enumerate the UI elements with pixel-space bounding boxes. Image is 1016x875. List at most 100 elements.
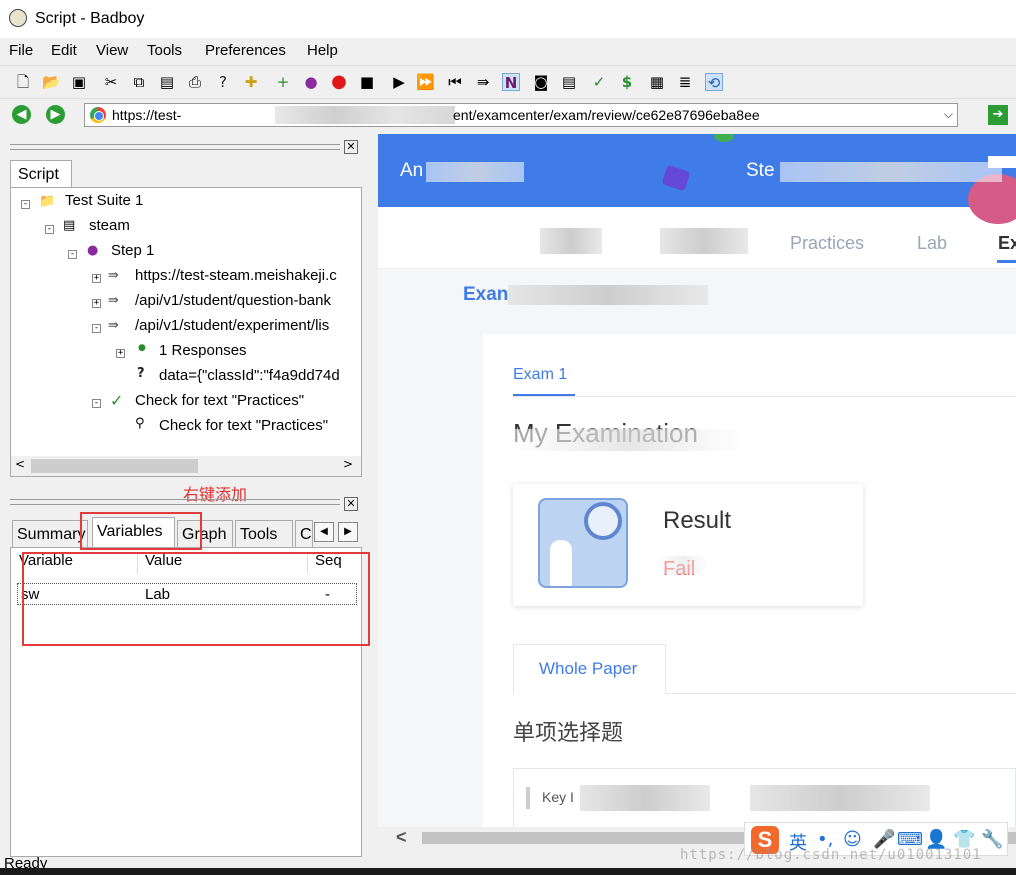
section-title: 单项选择题 <box>513 721 624 746</box>
tree-item-request[interactable]: /api/v1/student/experiment/lis <box>135 317 329 334</box>
forward-icon[interactable]: ▶ <box>46 105 65 124</box>
tree-item-check[interactable]: Check for text "Practices" <box>159 417 328 434</box>
scroll-thumb[interactable] <box>31 459 198 473</box>
save-icon[interactable]: ▣ <box>70 73 88 91</box>
divider <box>666 693 1016 694</box>
exam-illustration-icon <box>538 498 628 588</box>
tree-item-steam[interactable]: steam <box>89 217 130 234</box>
tree-item-step[interactable]: Step 1 <box>111 242 154 259</box>
dollar-icon[interactable]: $ <box>618 73 636 91</box>
tree-item-test-suite[interactable]: Test Suite 1 <box>65 192 143 209</box>
expand-toggle[interactable]: + <box>92 299 101 308</box>
cut-icon[interactable]: ✂ <box>102 73 120 91</box>
nav-practices[interactable]: Practices <box>790 233 864 254</box>
open-folder-icon[interactable]: 📂 <box>42 73 61 91</box>
panel-grip[interactable] <box>10 499 340 505</box>
breadcrumb[interactable]: Exan <box>463 284 508 306</box>
go-arrow-icon[interactable]: ➔ <box>988 105 1008 125</box>
report-icon[interactable]: ▤ <box>560 73 578 91</box>
menu-file[interactable]: File <box>9 42 33 59</box>
tab-whole-paper[interactable]: Whole Paper <box>513 644 666 694</box>
rewind-icon[interactable]: ⏮ <box>446 73 464 91</box>
menu-bar: File Edit View Tools Preferences Help <box>0 38 1016 64</box>
nav-lab[interactable]: Lab <box>917 233 947 254</box>
header-right-text[interactable]: Ste <box>746 160 775 182</box>
decor-shape <box>714 134 734 142</box>
tree-item-request[interactable]: https://test-steam.meishakeji.c <box>135 267 337 284</box>
add-item-icon[interactable]: ● <box>302 73 320 91</box>
tab-scroll-right-icon[interactable]: ▶ <box>338 522 358 542</box>
tab-exam-1[interactable]: Exam 1 <box>513 366 567 384</box>
step-icon[interactable]: ⇛ <box>474 73 492 91</box>
add-step-icon[interactable]: + <box>274 73 292 91</box>
tree-item-responses[interactable]: 1 Responses <box>159 342 247 359</box>
scroll-right-icon[interactable]: > <box>343 457 353 471</box>
tab-summary[interactable]: Summary <box>12 520 88 547</box>
tree-item-parameter[interactable]: data={"classId":"f4a9dd74d <box>159 367 340 384</box>
url-prefix: https://test- <box>112 107 182 123</box>
wrench-icon[interactable]: 🔧 <box>981 829 1003 850</box>
nav-exam[interactable]: Ex <box>998 233 1016 254</box>
play-icon[interactable]: ▶ <box>390 73 408 91</box>
n-mode-icon[interactable]: N <box>502 73 520 92</box>
exam-card: Exam 1 My Examination Result Fail Whole … <box>483 334 1016 849</box>
collapse-toggle[interactable]: - <box>92 399 101 408</box>
menu-preferences[interactable]: Preferences <box>205 42 286 59</box>
request-arrow-icon: ⇛ <box>108 268 119 283</box>
scroll-left-icon[interactable]: < <box>15 457 25 471</box>
redacted-nav <box>660 228 748 254</box>
check-icon: ✓ <box>110 391 124 410</box>
new-suite-icon[interactable]: ✚ <box>242 73 260 91</box>
collapse-toggle[interactable]: - <box>92 324 101 333</box>
tab-more[interactable]: C <box>295 520 313 547</box>
panel-grip[interactable] <box>10 144 340 150</box>
header-left-text[interactable]: An <box>400 160 423 182</box>
help-question-icon[interactable]: ? <box>214 73 232 91</box>
left-pane: ✕ Script - 📁 Test Suite 1 - ▤ steam - ● … <box>0 134 376 859</box>
camera-icon[interactable]: ◙ <box>532 73 550 91</box>
highlight-box-tab <box>80 512 202 550</box>
print-icon[interactable]: ⎙ <box>186 73 204 91</box>
menu-edit[interactable]: Edit <box>51 42 77 59</box>
check-icon[interactable]: ✓ <box>590 73 608 91</box>
tree-item-check[interactable]: Check for text "Practices" <box>135 392 304 409</box>
divider <box>513 396 1016 397</box>
copy-icon[interactable]: ⧉ <box>130 73 148 91</box>
nav-active-indicator <box>997 260 1016 263</box>
tree-item-request[interactable]: /api/v1/student/question-bank <box>135 292 331 309</box>
table-icon[interactable]: ▦ <box>648 73 666 91</box>
person-icon <box>550 540 572 586</box>
tree-scrollbar[interactable]: < > <box>11 456 361 476</box>
menu-tools[interactable]: Tools <box>147 42 182 59</box>
request-arrow-icon: ⇛ <box>108 293 119 308</box>
menu-view[interactable]: View <box>96 42 128 59</box>
close-icon[interactable]: ✕ <box>344 497 358 511</box>
refresh-icon[interactable]: ⟲ <box>705 73 723 92</box>
expand-toggle[interactable]: + <box>116 349 125 358</box>
back-icon[interactable]: ◀ <box>12 105 31 124</box>
close-icon[interactable]: ✕ <box>344 140 358 154</box>
url-input[interactable]: https://test- ent/examcenter/exam/review… <box>84 103 958 127</box>
paste-icon[interactable]: ▤ <box>158 73 176 91</box>
scroll-left-icon[interactable]: < <box>396 827 407 848</box>
collapse-toggle[interactable]: - <box>45 225 54 234</box>
new-icon[interactable]: 🗋 <box>14 73 32 91</box>
play-all-icon[interactable]: ⏩ <box>416 73 435 91</box>
expand-toggle[interactable]: + <box>92 274 101 283</box>
tab-scroll-left-icon[interactable]: ◀ <box>314 522 334 542</box>
step-icon: ● <box>87 243 99 258</box>
record-icon[interactable]: ● <box>330 73 348 91</box>
result-label: Result <box>663 507 732 534</box>
request-arrow-icon: ⇛ <box>108 318 119 333</box>
question-marker <box>526 787 530 809</box>
chevron-down-icon[interactable]: ⌵ <box>944 107 953 122</box>
taskbar <box>0 868 1016 875</box>
graph-icon[interactable]: ≣ <box>676 73 694 91</box>
menu-help[interactable]: Help <box>307 42 338 59</box>
collapse-toggle[interactable]: - <box>21 200 30 209</box>
tab-script[interactable]: Script <box>10 160 72 187</box>
stop-icon[interactable]: ■ <box>358 73 376 91</box>
tab-tools[interactable]: Tools <box>235 520 293 547</box>
chrome-icon <box>90 107 106 123</box>
collapse-toggle[interactable]: - <box>68 250 77 259</box>
